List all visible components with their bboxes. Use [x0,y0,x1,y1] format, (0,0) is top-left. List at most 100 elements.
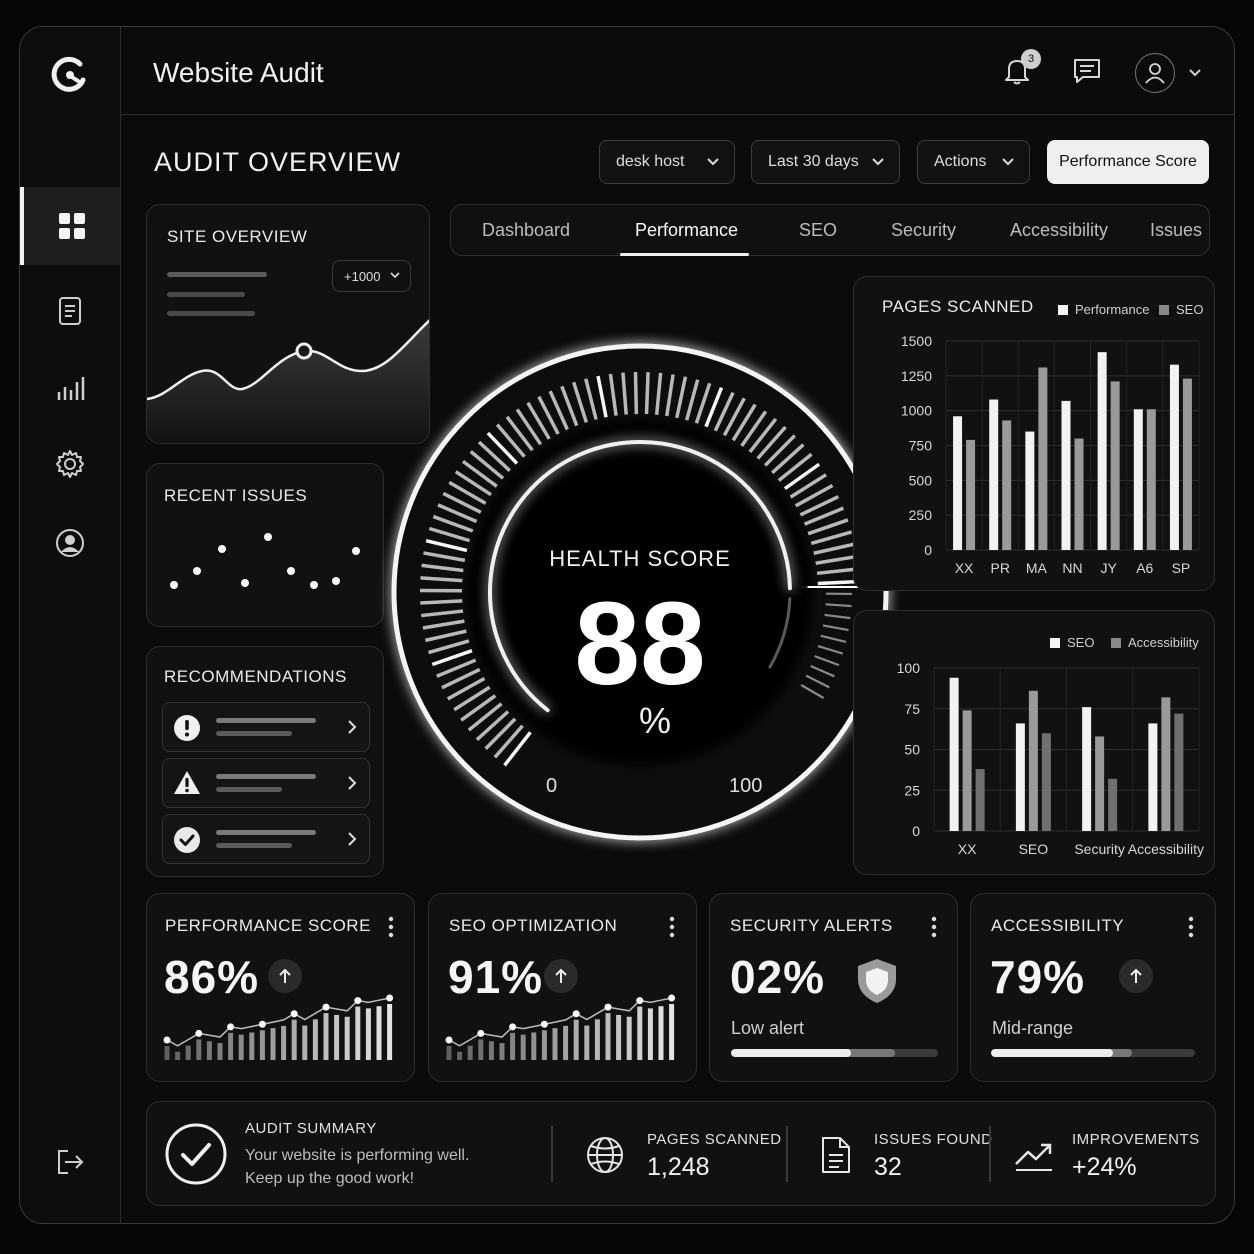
user-avatar[interactable] [1135,53,1175,93]
card-title: SITE OVERVIEW [167,227,308,246]
date-range-select[interactable]: Last 30 days [751,140,900,184]
recent-issues-chart [170,519,360,613]
bar [1169,364,1179,550]
metric-status: Low alert [731,1018,805,1038]
trend-bar [164,1046,170,1060]
tab-issues[interactable]: Issues [1150,220,1202,241]
card-title: SEO OPTIMIZATION [449,916,618,935]
trend-up-indicator [544,959,578,993]
chevron-down-icon[interactable] [1189,68,1201,78]
trend-point [386,994,394,1002]
notifications-button[interactable]: 3 [999,49,1041,89]
nav-dashboard[interactable] [20,187,120,265]
more-vertical-icon[interactable] [388,915,394,939]
bar [975,769,985,831]
actions-menu[interactable]: Actions [917,140,1030,184]
stat-value: 32 [874,1153,902,1181]
gear-icon [56,450,84,478]
host-select[interactable]: desk host [599,140,735,184]
x-tick-label: XX [955,560,974,576]
tab-bar: Dashboard Performance SEO Security Acces… [450,204,1210,256]
trend-bar [196,1039,202,1060]
trend-bar [323,1013,329,1060]
stat-label: IMPROVEMENTS [1072,1131,1200,1148]
placeholder-line [216,718,316,723]
shield-icon [858,959,896,1003]
trend-point [540,1020,548,1028]
x-tick-label: A6 [1136,560,1153,576]
grid-icon [59,213,85,239]
recommendations-card: RECOMMENDATIONS [146,646,384,877]
nav-profile[interactable] [20,504,120,582]
y-tick-label: 75 [904,701,920,717]
bar [962,710,972,831]
trend-bar [637,1006,643,1060]
bar [966,439,976,550]
stat-label: PAGES SCANNED [647,1131,782,1148]
recommendation-item[interactable] [162,814,370,864]
trend-bar [573,1019,579,1060]
nav-logout[interactable] [20,1123,120,1201]
tab-accessibility[interactable]: Accessibility [1010,220,1108,241]
bar [1161,697,1171,831]
y-tick-label: 1250 [901,368,932,384]
recommendation-item[interactable] [162,702,370,752]
trend-bar [302,1025,308,1060]
bar [1095,736,1105,831]
x-tick-label: NN [1062,560,1082,576]
y-tick-label: 500 [909,472,933,488]
trend-bar [658,1006,664,1060]
trend-point [258,1020,266,1028]
trend-bar [355,1006,361,1060]
logout-icon [58,1150,84,1174]
trend-bar [387,1004,393,1060]
y-tick-label: 50 [904,742,920,758]
check-circle-icon [165,1123,227,1185]
more-vertical-icon[interactable] [1188,915,1194,939]
y-tick-label: 1500 [901,333,932,349]
more-vertical-icon[interactable] [669,915,675,939]
warning-triangle-icon [174,771,200,794]
trend-bar [510,1032,516,1060]
divider [786,1126,788,1182]
bar [949,677,959,831]
more-vertical-icon[interactable] [931,915,937,939]
tab-performance[interactable]: Performance [635,220,738,241]
trending-up-icon [1015,1143,1052,1171]
trend-bar [175,1051,181,1060]
logo-icon[interactable] [50,55,90,95]
stat-value: 1,248 [647,1153,710,1181]
trend-point [604,1003,612,1011]
performance-trend-chart [163,994,394,1060]
chevron-right-icon [348,720,357,734]
app-window: Website Audit 3 AUDIT OVERVIEW desk host… [19,26,1235,1224]
card-title: RECOMMENDATIONS [164,667,347,686]
bar [1015,723,1025,831]
site-overview-filter[interactable]: +1000 [332,260,411,292]
summary-line-1: Your website is performing well. [245,1147,470,1164]
trend-point [668,994,676,1002]
tab-seo[interactable]: SEO [799,220,837,241]
y-tick-label: 25 [904,782,920,798]
placeholder-line [216,787,282,792]
bar [1061,400,1071,550]
trend-up-indicator [1119,959,1153,993]
health-score-value: 88 [574,578,706,710]
nav-reports[interactable] [20,272,120,350]
bar [1041,733,1051,831]
bar [1174,713,1184,831]
messages-button[interactable] [1069,53,1105,89]
tab-security[interactable]: Security [891,220,956,241]
performance-score-button[interactable]: Performance Score [1047,140,1209,184]
trend-bar [376,1006,382,1060]
pages-scanned-card: PAGES SCANNED Performance SEO 1500 1250 10… [853,276,1215,591]
tab-dashboard[interactable]: Dashboard [482,220,570,241]
trend-bar [365,1008,371,1060]
nav-settings[interactable] [20,425,120,503]
bar [1108,778,1118,831]
nav-analytics[interactable] [20,349,120,427]
bar [1074,438,1084,550]
recommendation-item[interactable] [162,758,370,808]
host-select-label: desk host [616,153,685,170]
y-tick-label: 0 [912,823,920,839]
